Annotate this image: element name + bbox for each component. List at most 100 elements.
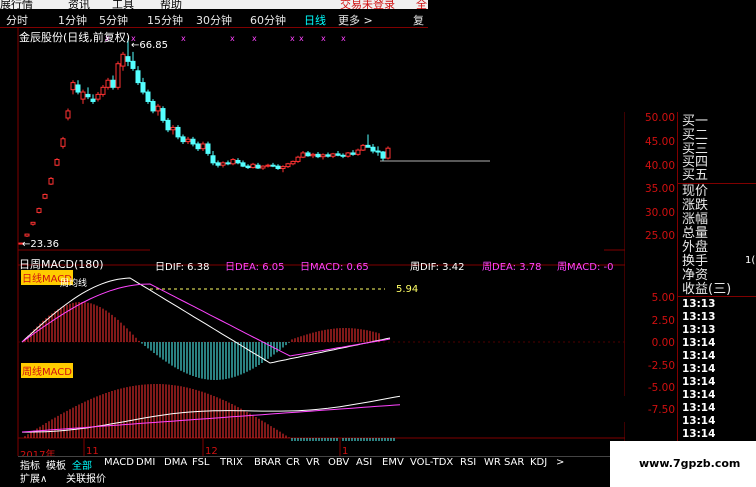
weekly-dea-label: 周DEA: 3.78 (482, 262, 542, 273)
redacted-box-2 (150, 225, 604, 253)
candle-body (120, 53, 126, 67)
tick-time: 13:14 (682, 389, 716, 401)
stat-price-label: 现价 (682, 184, 709, 199)
weekly-dif-label: 周DIF: 3.42 (410, 262, 465, 273)
event-marker: x (299, 34, 304, 43)
event-marker: x (252, 34, 257, 43)
period-tab-30min[interactable]: 30分钟 (196, 12, 232, 28)
candle-body (275, 165, 281, 170)
candle-body (375, 150, 381, 153)
indicator-tab[interactable]: RSI (460, 457, 476, 468)
axis-label-40: 40.00 (644, 160, 675, 172)
high-price-marker: ←66.85 (131, 40, 169, 51)
stat-turnover-value: 1( (745, 255, 756, 266)
period-tab-15min[interactable]: 15分钟 (147, 12, 183, 28)
menu-item-help[interactable]: 帮助 (160, 0, 182, 9)
weekly-macd-histogram (24, 384, 395, 441)
redacted-box-1 (300, 164, 513, 182)
indicator-tab[interactable]: TRIX (220, 457, 243, 468)
macd-axis-2.5: 2.50 (651, 315, 675, 327)
menu-item-news[interactable]: 资讯 (68, 0, 90, 9)
daily-dea-label: 日DEA: 6.05 (225, 262, 285, 273)
candle-body (54, 159, 60, 166)
period-tab-more[interactable]: 更多 > (338, 12, 373, 28)
candle-body (75, 84, 81, 93)
candle-body (70, 82, 76, 91)
tick-time: 13:14 (682, 337, 716, 349)
candle-body (175, 126, 181, 138)
indicator-tab[interactable]: OBV (328, 457, 349, 468)
indicator-tab[interactable]: SAR (504, 457, 524, 468)
candle-body (335, 153, 341, 156)
period-bar: 分时 1分钟 5分钟 15分钟 30分钟 60分钟 日线 更多 > 复 (0, 9, 428, 28)
period-tab-timeshare[interactable]: 分时 (6, 12, 28, 28)
event-marker: x (181, 34, 186, 43)
candle-body (245, 165, 251, 169)
dotted-level-value: 5.94 (396, 284, 419, 295)
indicator-tab[interactable]: FSL (192, 457, 210, 468)
price-axis: 50.00 45.00 40.00 35.00 30.00 25.00 5.00… (625, 112, 677, 441)
candle-body (315, 153, 321, 158)
indicator-tab[interactable]: DMI (136, 457, 155, 468)
candle-body (305, 152, 311, 157)
tab-related-quotes[interactable]: 关联报价 (66, 470, 106, 485)
candle-body (345, 152, 351, 157)
period-tab-5min[interactable]: 5分钟 (99, 12, 128, 28)
tab-expand[interactable]: 扩展∧ (20, 470, 47, 485)
macd-axis-neg7.5: -7.50 (647, 404, 675, 416)
candle-body (48, 177, 54, 185)
candle-body (235, 159, 241, 164)
weekly-avg-annotation: 周均线 (60, 279, 88, 289)
kline-chart[interactable]: xxxxxxxxx (0, 28, 625, 456)
indicator-tab[interactable]: CR (286, 457, 300, 468)
macd-axis-5: 5.00 (651, 292, 675, 304)
candle-body (270, 164, 276, 167)
period-tab-overflow[interactable]: 复 (413, 12, 424, 28)
indicator-tab[interactable]: WR (484, 457, 501, 468)
indicator-tab[interactable]: VR (306, 457, 320, 468)
menu-item-market[interactable]: 展行情 (0, 0, 33, 9)
candle-body (30, 221, 36, 225)
period-tab-daily[interactable]: 日线 (304, 12, 326, 28)
indicator-tab[interactable]: EMV (382, 457, 404, 468)
menu-item-tools[interactable]: 工具 (112, 0, 134, 9)
indicator-tab-bar: 指标 模板 全部 MACD DMI DMA FSL TRIX BRAR CR VR OBV ASI EMV… (18, 456, 610, 472)
bid-2-label: 买二 (682, 128, 709, 143)
trade-login-status[interactable]: 交易未登录 (340, 0, 395, 9)
period-tab-1min[interactable]: 1分钟 (58, 12, 87, 28)
candle-body (36, 208, 42, 213)
candle-body (220, 162, 226, 166)
bid-5-label: 买五 (682, 168, 709, 183)
candle-body (295, 156, 301, 162)
indicator-tab[interactable]: BRAR (254, 457, 281, 468)
candle-body (355, 149, 361, 155)
weekly-macd-tag: 周线MACD (21, 363, 73, 378)
candle-body (85, 93, 91, 98)
tick-time: 13:14 (682, 363, 716, 375)
tick-time: 13:14 (682, 350, 716, 362)
candle-body (310, 153, 316, 157)
candle-body (125, 56, 131, 62)
candle-body (90, 98, 96, 102)
candle-body (200, 143, 206, 150)
indicator-tab[interactable]: ASI (356, 457, 372, 468)
indicator-tab[interactable]: > (556, 457, 564, 468)
stat-eps-label: 收益(三) (682, 282, 732, 297)
tick-time: 13:14 (682, 376, 716, 388)
macd-axis-0: 0.00 (651, 337, 675, 349)
indicator-tab[interactable]: MACD (104, 457, 134, 468)
low-price-value: 23.36 (30, 239, 60, 250)
event-marker: x (341, 34, 346, 43)
indicator-tab[interactable]: DMA (164, 457, 187, 468)
tick-time: 13:14 (682, 415, 716, 427)
candle-body (360, 144, 366, 151)
indicator-tab[interactable]: KDJ (530, 457, 547, 468)
candle-body (330, 153, 336, 157)
candle-body (280, 166, 286, 170)
period-tab-60min[interactable]: 60分钟 (250, 12, 286, 28)
event-marker: x (321, 34, 326, 43)
candle-body (140, 82, 146, 93)
tick-time: 13:13 (682, 311, 716, 323)
stat-change-label: 涨跌 (682, 198, 709, 213)
indicator-tab[interactable]: VOL-TDX (410, 457, 453, 468)
